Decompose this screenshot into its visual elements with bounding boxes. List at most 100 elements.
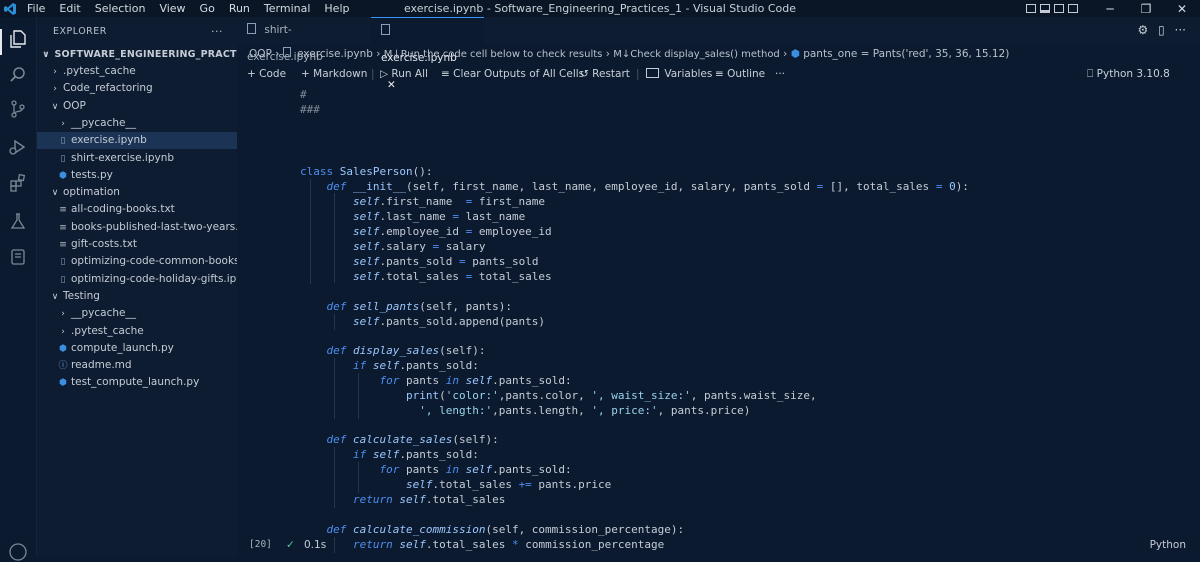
code-line: self.total_sales = total_sales [352,270,552,283]
tree-item[interactable]: › .pytest_cache [37,323,237,340]
code-line: self.employee_id = employee_id [352,225,552,238]
tree-item-label: shirt-exercise.ipynb [71,151,175,164]
outline-icon: ≡ [715,68,724,80]
tree-item[interactable]: ≡ books-published-last-two-years.txt [37,219,253,236]
menu-help[interactable]: Help [317,0,356,17]
tree-item[interactable]: ∨ Testing [37,288,237,305]
testing-flask-icon[interactable] [8,211,28,231]
tree-item[interactable]: › Code_refactoring [37,80,237,97]
restore-icon[interactable]: ❐ [1128,2,1164,16]
explorer-title: EXPLORER [53,25,107,37]
tree-item[interactable]: ≡ gift-costs.txt [37,236,237,253]
code-line: return self.total_sales [352,493,506,506]
restart-label: Restart [592,68,630,80]
tree-item-label: readme.md [71,359,132,372]
extensions-icon[interactable] [8,173,28,193]
explorer-more-button[interactable]: ··· [211,25,223,38]
breadcrumb-markdown-1[interactable]: M↓Run the code cell below to check resul… [384,49,603,60]
toggle-primary-sidebar-icon[interactable] [1026,4,1036,13]
chevron-down-icon: ∨ [51,101,59,112]
tree-item[interactable]: ▯ shirt-exercise.ipynb [37,150,237,167]
tree-item[interactable]: › __pycache__ [37,115,237,132]
tab-shirt-exercise[interactable]: shirt-exercise.ipynb [237,17,369,63]
breadcrumb: OOP › exercise.ipynb › M↓Run the code ce… [237,44,1200,64]
customize-layout-icon[interactable] [1068,4,1078,13]
more-actions-icon[interactable]: ··· [1175,23,1186,37]
code-line: def display_sales(self): [326,344,486,357]
gear-icon[interactable]: ⚙ [1138,23,1149,37]
code-line: for pants in self.pants_sold: [379,374,572,387]
tree-item[interactable]: › .pytest_cache [37,63,237,80]
code-line: if self.pants_sold: [352,448,479,461]
variables-button[interactable]: Variables [646,64,712,84]
tree-item[interactable]: ⬢ tests.py [37,167,237,184]
tree-item[interactable]: ▯ exercise.ipynb [37,132,237,150]
tree-item[interactable]: ▯ optimizing-code-holiday-gifts.ipynb [37,271,256,288]
breadcrumb-code-cell[interactable]: pants_one = Pants('red', 35, 36, 15.12) [803,48,1009,60]
menu-terminal[interactable]: Terminal [257,0,318,17]
add-markdown-button[interactable]: + Markdown [301,64,367,84]
tree-item[interactable]: ▯ optimizing-code-common-books.i... [37,253,256,270]
notebook-icon: ▯ [60,257,66,268]
split-editor-icon[interactable]: ▯ [1158,23,1165,37]
tree-item[interactable]: › __pycache__ [37,305,237,322]
menu-edit[interactable]: Edit [52,0,87,17]
toolbar-divider: | [636,68,640,80]
run-all-button[interactable]: ▷ Run All [380,64,428,84]
tree-item[interactable]: ⬢ compute_launch.py [37,340,237,357]
editor-area: shirt-exercise.ipynb exercise.ipynb ✕ ⚙ … [237,17,1200,557]
python-file-icon: ⬢ [59,343,67,354]
explorer-icon[interactable] [8,29,28,49]
code-line: def sell_pants(self, pants): [326,300,512,313]
run-debug-icon[interactable] [8,137,28,157]
accounts-icon[interactable] [8,542,28,562]
tab-bar: shirt-exercise.ipynb exercise.ipynb ✕ ⚙ … [237,17,1200,91]
tree-item[interactable]: ≡ all-coding-books.txt [37,201,237,218]
code-line: def __init__(self, first_name, last_name… [326,180,969,193]
minimize-icon[interactable]: ─ [1092,2,1128,16]
cell-language[interactable]: Python [1150,535,1186,555]
close-window-icon[interactable]: ✕ [1164,2,1200,16]
restart-button[interactable]: ↺ Restart [580,64,630,84]
clear-outputs-button[interactable]: ≡ Clear Outputs of All Cells [441,64,584,84]
toggle-secondary-sidebar-icon[interactable] [1054,4,1064,13]
toolbar-more-button[interactable]: ··· [775,64,785,84]
breadcrumb-markdown-2[interactable]: M↓Check display_sales() method [613,49,780,60]
menu-go[interactable]: Go [193,0,222,17]
kernel-picker[interactable]: ⎕ Python 3.10.8 [1087,64,1170,84]
tree-item[interactable]: ∨ OOP [37,98,237,115]
menu-view[interactable]: View [152,0,192,17]
workspace-root[interactable]: ∨ SOFTWARE_ENGINEERING_PRACTICES_1 [37,46,273,63]
menu-file[interactable]: File [20,0,52,17]
tree-item-label: compute_launch.py [71,341,174,354]
jupyter-icon[interactable] [8,247,28,267]
code-cell-editor[interactable]: # ### class SalesPerson(): def __init__(… [237,87,1200,553]
notebook-toolbar: + Code + Markdown | ▷ Run All ≡ Clear Ou… [237,64,1200,84]
tree-item-label: test_compute_launch.py [71,376,200,389]
search-icon[interactable] [8,65,28,85]
tree-item[interactable]: ⓘ readme.md [37,357,237,374]
info-icon: ⓘ [58,361,68,372]
add-code-button[interactable]: + Code [247,64,286,84]
chevron-right-icon: › [61,309,65,320]
outline-label: Outline [727,68,766,80]
breadcrumb-oop[interactable]: OOP [249,48,272,60]
source-control-icon[interactable] [8,99,28,119]
outline-button[interactable]: ≡ Outline [715,64,765,84]
chevron-down-icon: ∨ [51,188,59,199]
tree-item[interactable]: ⬢ test_compute_launch.py [37,374,237,391]
menu-run[interactable]: Run [222,0,257,17]
code-line: self.first_name = first_name [352,195,546,208]
chevron-right-icon: › [275,48,283,60]
tree-item[interactable]: ∨ optimation [37,184,237,201]
tab-exercise[interactable]: exercise.ipynb ✕ [371,17,484,91]
breadcrumb-file[interactable]: exercise.ipynb [297,48,373,60]
python-cell-icon: ⬢ [790,48,800,60]
tree-item-label: OOP [63,99,86,112]
tree-item-label: optimizing-code-common-books.i... [71,255,256,268]
text-file-icon: ≡ [59,240,67,250]
python-file-icon: ⬢ [59,170,67,181]
execution-count: [20] [249,539,272,550]
toggle-panel-icon[interactable] [1040,4,1050,13]
menu-selection[interactable]: Selection [88,0,153,17]
